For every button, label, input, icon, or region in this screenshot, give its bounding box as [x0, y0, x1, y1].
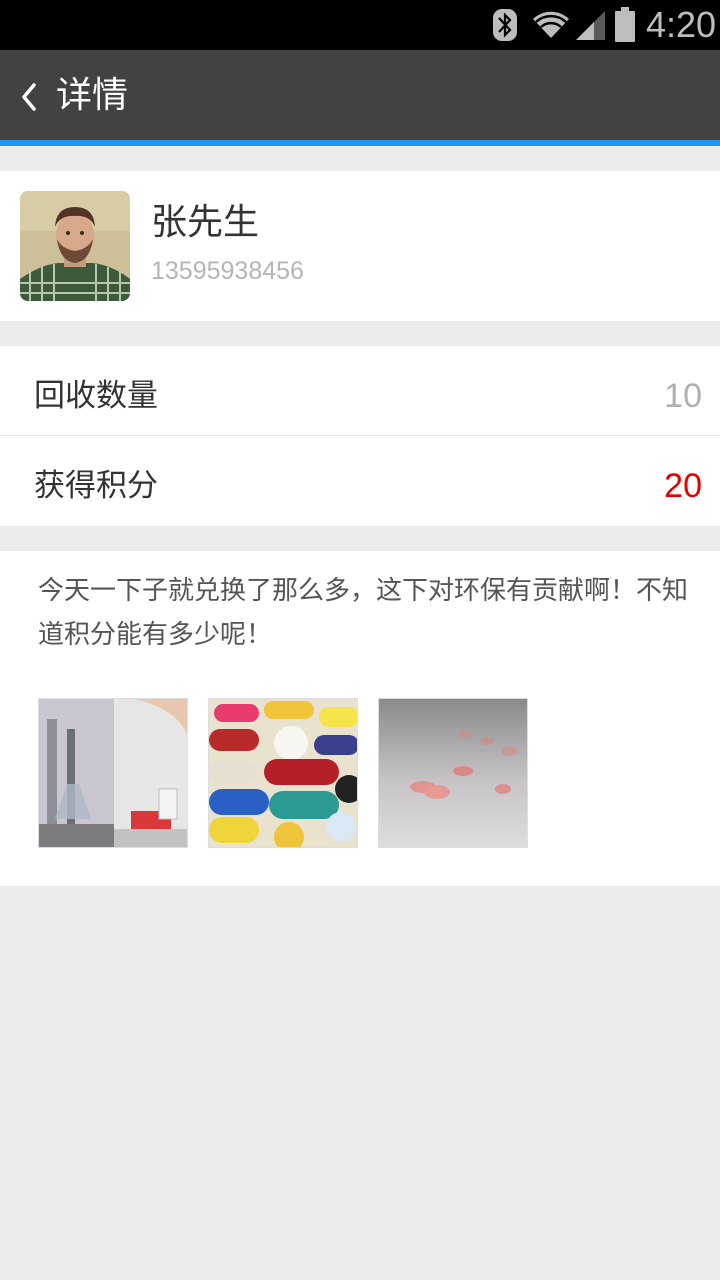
stat-row-points: 获得积分 20 [0, 436, 720, 526]
post-card: 今天一下子就兑换了那么多，这下对环保有贡献啊！不知道积分能有多少呢！ [0, 551, 720, 886]
post-text: 今天一下子就兑换了那么多，这下对环保有贡献啊！不知道积分能有多少呢！ [38, 576, 689, 650]
profile-card: 张先生 13595938456 [0, 171, 720, 321]
title-bar: 详情 [0, 50, 720, 142]
back-button[interactable] [12, 74, 46, 120]
stats-list: 回收数量 10 获得积分 20 [0, 346, 720, 526]
stat-label: 回收数量 [34, 378, 158, 414]
status-time: 4:20 [646, 4, 717, 45]
post-image-pills[interactable] [208, 698, 358, 848]
status-bar: 4:20 [0, 0, 720, 50]
avatar [20, 191, 130, 301]
stat-row-recycle-count: 回收数量 10 [0, 346, 720, 436]
battery-icon [615, 7, 635, 42]
post-image-tablets[interactable] [378, 698, 528, 848]
signal-icon [576, 11, 605, 40]
stat-value: 20 [664, 467, 702, 505]
avatar-image [20, 191, 130, 301]
stat-label: 获得积分 [34, 468, 158, 504]
bluetooth-icon [493, 9, 517, 41]
post-image-lab[interactable] [38, 698, 188, 848]
user-name: 张先生 [151, 202, 260, 243]
user-phone: 13595938456 [151, 257, 304, 285]
page-title: 详情 [56, 75, 129, 116]
wifi-icon [533, 11, 569, 38]
stat-value: 10 [664, 377, 702, 415]
chevron-left-icon [22, 83, 36, 111]
title-accent-line [0, 140, 720, 146]
